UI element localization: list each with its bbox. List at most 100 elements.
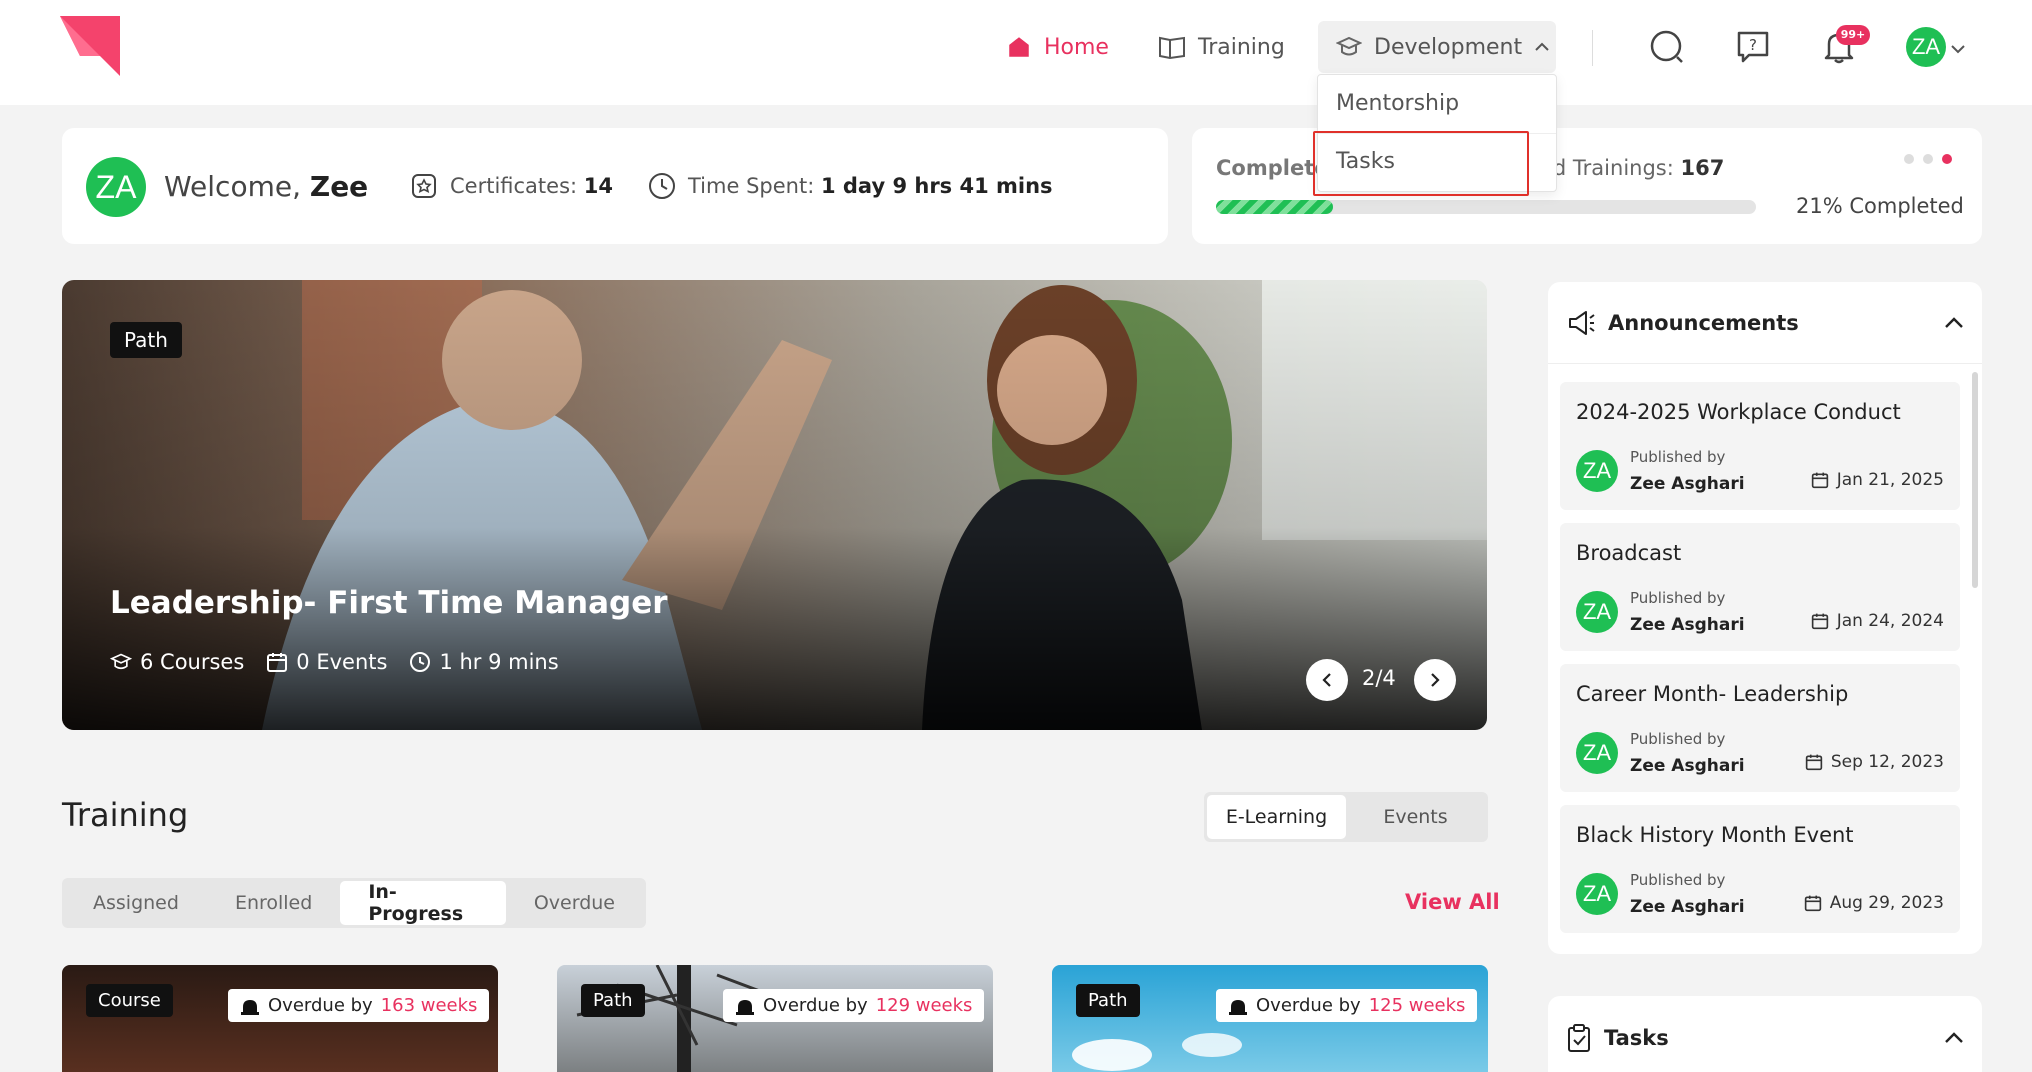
announcement-author: Zee Asghari <box>1630 897 1745 917</box>
hero-pager: 2/4 <box>1362 666 1396 690</box>
training-card-type: Course <box>86 984 173 1017</box>
training-card-type: Path <box>1076 984 1140 1017</box>
announcement-date: Jan 24, 2024 <box>1811 611 1944 631</box>
chevron-up-icon <box>1945 316 1963 328</box>
welcome-prefix: Welcome, <box>164 170 301 203</box>
nav-training[interactable]: Training <box>1158 28 1285 66</box>
announcement-date-text: Aug 29, 2023 <box>1829 893 1944 913</box>
overdue-weeks: 125 weeks <box>1368 995 1466 1016</box>
published-by-label: Published by <box>1630 589 1726 607</box>
search-button[interactable] <box>1648 28 1686 66</box>
hero-next-button[interactable] <box>1414 659 1456 701</box>
megaphone-icon <box>1569 310 1595 335</box>
announcement-avatar: ZA <box>1576 450 1618 492</box>
training-section-title: Training <box>62 796 189 834</box>
time-spent-label: Time Spent: <box>688 174 815 198</box>
clipboard-icon <box>1568 1024 1590 1052</box>
announcements-title: Announcements <box>1608 310 1799 335</box>
nav-home[interactable]: Home <box>1006 28 1109 66</box>
nav-development[interactable]: Development <box>1318 21 1556 73</box>
nav-development-label: Development <box>1374 34 1523 60</box>
training-mode-toggle: E-Learning Events <box>1204 792 1488 842</box>
chevron-left-icon <box>1322 673 1331 687</box>
training-status-tabs: Assigned Enrolled In-Progress Overdue <box>62 878 646 928</box>
assigned-trainings-stat: ed Trainings: 167 <box>1540 156 1724 180</box>
training-card-type-label: Course <box>86 984 173 1017</box>
status-tab-overdue[interactable]: Overdue <box>506 881 643 925</box>
announcement-date: Sep 12, 2023 <box>1805 752 1944 772</box>
status-tab-in-progress[interactable]: In-Progress <box>340 881 506 925</box>
search-icon <box>1650 30 1683 63</box>
help-button[interactable]: ? <box>1734 28 1772 66</box>
announcement-author: Zee Asghari <box>1630 615 1745 635</box>
hero-title[interactable]: Leadership- First Time Manager <box>110 585 668 621</box>
nav-training-label: Training <box>1198 34 1285 60</box>
announcement-avatar: ZA <box>1576 873 1618 915</box>
calendar-icon <box>267 653 288 672</box>
graduation-cap-icon <box>1336 36 1362 56</box>
hero-tag-label: Path <box>110 322 182 358</box>
carousel-dot[interactable] <box>1923 154 1933 164</box>
announcements-header[interactable]: Announcements <box>1548 282 1982 364</box>
certificates-label: Certificates: <box>450 174 578 198</box>
stats-carousel-dots <box>1904 154 1952 164</box>
announcement-date: Aug 29, 2023 <box>1804 893 1944 913</box>
overdue-weeks: 129 weeks <box>875 995 973 1016</box>
announcement-item[interactable]: Broadcast ZA Published by Zee Asghari Ja… <box>1560 523 1960 651</box>
hero-banner[interactable]: Path Leadership- First Time Manager 6 Co… <box>62 280 1487 730</box>
nav-home-label: Home <box>1044 34 1109 60</box>
announcement-item[interactable]: Career Month- Leadership ZA Published by… <box>1560 664 1960 792</box>
announcement-item[interactable]: 2024-2025 Workplace Conduct ZA Published… <box>1560 382 1960 510</box>
mode-tab-events[interactable]: Events <box>1346 795 1485 839</box>
overdue-badge: Overdue by 129 weeks <box>723 989 985 1022</box>
training-card[interactable]: Course Overdue by 163 weeks <box>62 965 498 1072</box>
carousel-dot[interactable] <box>1904 154 1914 164</box>
tasks-header[interactable]: Tasks <box>1548 996 1982 1072</box>
status-tab-enrolled[interactable]: Enrolled <box>207 881 340 925</box>
announcement-author: Zee Asghari <box>1630 474 1745 494</box>
chevron-up-icon <box>1945 1032 1963 1043</box>
dropdown-item-mentorship[interactable]: Mentorship <box>1336 91 1459 116</box>
training-card[interactable]: Path Overdue by 125 weeks <box>1052 965 1488 1072</box>
app-logo[interactable] <box>60 16 124 78</box>
announcement-date-text: Jan 21, 2025 <box>1836 470 1944 490</box>
tasks-title: Tasks <box>1604 1026 1669 1050</box>
training-card-type: Path <box>581 984 645 1017</box>
announcements-scrollbar[interactable] <box>1972 372 1978 588</box>
clock-icon <box>649 173 675 199</box>
hero-events: 0 Events <box>266 650 387 674</box>
hero-courses-label: 6 Courses <box>140 650 245 674</box>
alarm-icon <box>1229 999 1247 1015</box>
highlight-box <box>1313 131 1529 196</box>
assigned-value: 167 <box>1680 156 1725 180</box>
hero-events-label: 0 Events <box>296 650 388 674</box>
published-by-label: Published by <box>1630 448 1726 466</box>
progress-text: 21% Completed <box>1796 194 1964 218</box>
announcement-avatar: ZA <box>1576 591 1618 633</box>
home-icon <box>1009 37 1029 57</box>
view-all-link[interactable]: View All <box>1405 890 1500 914</box>
progress-fill <box>1216 200 1333 214</box>
announcement-item[interactable]: Black History Month Event ZA Published b… <box>1560 805 1960 933</box>
published-by-label: Published by <box>1630 730 1726 748</box>
user-avatar[interactable]: ZA <box>1906 27 1946 67</box>
alarm-icon <box>241 999 259 1015</box>
hero-courses: 6 Courses <box>110 650 244 674</box>
welcome-name: Zee <box>309 170 369 203</box>
welcome-avatar: ZA <box>86 157 146 217</box>
announcement-date: Jan 21, 2025 <box>1811 470 1944 490</box>
status-tab-assigned[interactable]: Assigned <box>65 881 207 925</box>
tasks-panel: Tasks <box>1548 996 1982 1072</box>
announcement-title: Career Month- Leadership <box>1576 682 1849 706</box>
help-chat-icon: ? <box>1737 31 1769 63</box>
completed-label: Complete <box>1216 156 1329 180</box>
carousel-dot-active[interactable] <box>1942 154 1952 164</box>
training-card[interactable]: Path Overdue by 129 weeks <box>557 965 993 1072</box>
hero-duration-label: 1 hr 9 mins <box>439 650 559 674</box>
hero-prev-button[interactable] <box>1306 659 1348 701</box>
user-menu-toggle[interactable] <box>1950 40 1966 59</box>
progress-stats-card <box>1192 128 1982 244</box>
mode-tab-elearning[interactable]: E-Learning <box>1207 795 1346 839</box>
certificates-stat: Certificates: 14 <box>410 172 613 200</box>
overdue-prefix: Overdue by <box>763 995 868 1016</box>
